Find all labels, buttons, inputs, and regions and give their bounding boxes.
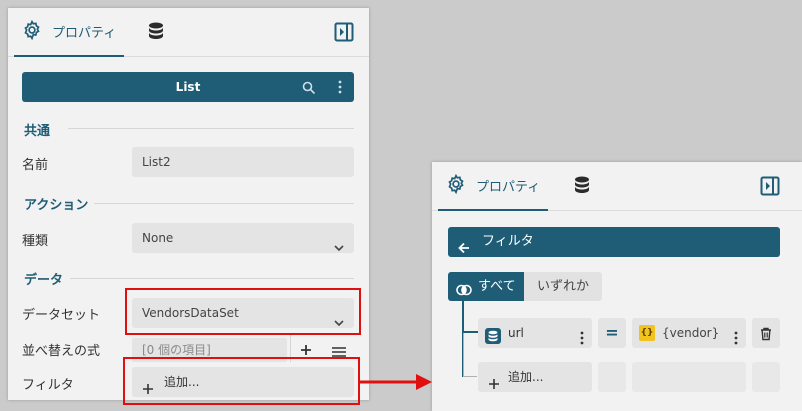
dataset-label: データセット — [22, 308, 101, 323]
section-action: アクション — [24, 198, 89, 213]
tab-data[interactable] — [574, 162, 590, 211]
arrow-right-icon — [358, 374, 432, 390]
sidebar-collapse-icon — [334, 22, 354, 46]
name-field[interactable]: List2 — [132, 147, 354, 177]
add-filter-button[interactable]: 追加... — [132, 367, 354, 397]
tab-properties-label: プロパティ — [476, 180, 541, 195]
add-sort-icon[interactable] — [300, 341, 312, 360]
panel-tabbar: プロパティ — [8, 8, 369, 57]
more-vertical-icon[interactable] — [580, 326, 584, 356]
tab-data[interactable] — [148, 8, 164, 57]
filter-label: フィルタ — [22, 378, 74, 393]
sidebar-collapse-icon — [760, 176, 780, 200]
properties-panel: プロパティ List 共通 名前 List2 アクション 種類 None データ… — [8, 8, 369, 400]
database-icon — [148, 22, 164, 44]
intersect-icon — [456, 279, 472, 308]
filter-header-bar[interactable]: フィルタ — [448, 227, 780, 257]
trash-icon — [760, 326, 772, 345]
collapse-panel-button[interactable] — [334, 22, 354, 42]
placeholder-slot — [752, 362, 780, 392]
gear-icon — [446, 173, 466, 198]
sort-expression-field[interactable]: [0 個の項目] — [132, 338, 287, 362]
search-icon[interactable] — [302, 80, 316, 99]
condition-value-text: {vendor} — [662, 326, 720, 340]
add-condition-button[interactable]: 追加... — [478, 362, 592, 392]
tree-connector — [463, 376, 477, 377]
plus-icon — [488, 371, 500, 401]
dataset-select-value: VendorsDataSet — [142, 306, 239, 320]
name-label: 名前 — [22, 158, 49, 173]
condition-operator[interactable]: = — [598, 318, 626, 348]
divider — [290, 334, 291, 362]
chevron-down-icon — [334, 308, 344, 338]
condition-field[interactable]: url — [478, 318, 592, 348]
more-vertical-icon[interactable] — [338, 79, 342, 99]
menu-icon[interactable] — [332, 342, 346, 361]
database-icon — [485, 325, 501, 355]
expression-icon: {} — [639, 325, 655, 341]
filter-properties-panel: プロパティ フィルタ すべて いずれか url = {} {vendor} 追加… — [432, 162, 802, 411]
kind-label: 種類 — [22, 234, 49, 249]
tab-properties-label: プロパティ — [52, 26, 117, 41]
panel-tabbar: プロパティ — [432, 162, 802, 211]
section-divider — [68, 128, 354, 129]
arrow-left-icon[interactable] — [458, 236, 470, 266]
more-vertical-icon[interactable] — [734, 326, 738, 356]
section-data: データ — [24, 273, 64, 288]
section-divider — [94, 203, 354, 204]
section-divider — [70, 278, 354, 279]
tree-connector — [462, 331, 478, 333]
tree-connector — [463, 333, 464, 377]
match-all-toggle[interactable]: すべて — [448, 272, 524, 301]
delete-condition-button[interactable] — [752, 318, 780, 348]
database-icon — [574, 176, 590, 198]
section-common: 共通 — [24, 124, 51, 139]
add-filter-label: 追加... — [164, 375, 200, 389]
placeholder-slot — [632, 362, 746, 392]
component-header-bar: List — [22, 72, 354, 102]
tab-properties[interactable]: プロパティ — [438, 162, 549, 211]
placeholder-slot — [598, 362, 626, 392]
match-any-toggle[interactable]: いずれか — [524, 272, 602, 301]
condition-value[interactable]: {} {vendor} — [632, 318, 746, 348]
dataset-select[interactable]: VendorsDataSet — [132, 298, 354, 328]
kind-select-value: None — [142, 231, 174, 245]
kind-select[interactable]: None — [132, 223, 354, 253]
tab-properties[interactable]: プロパティ — [14, 8, 125, 57]
collapse-panel-button[interactable] — [760, 176, 780, 196]
match-all-label: すべて — [478, 279, 516, 294]
gear-icon — [22, 19, 42, 44]
sort-label: 並べ替えの式 — [22, 344, 101, 359]
add-condition-label: 追加... — [508, 370, 544, 384]
chevron-down-icon — [334, 233, 344, 263]
filter-title: フィルタ — [482, 234, 534, 249]
plus-icon — [142, 376, 154, 400]
condition-field-value: url — [508, 326, 524, 340]
